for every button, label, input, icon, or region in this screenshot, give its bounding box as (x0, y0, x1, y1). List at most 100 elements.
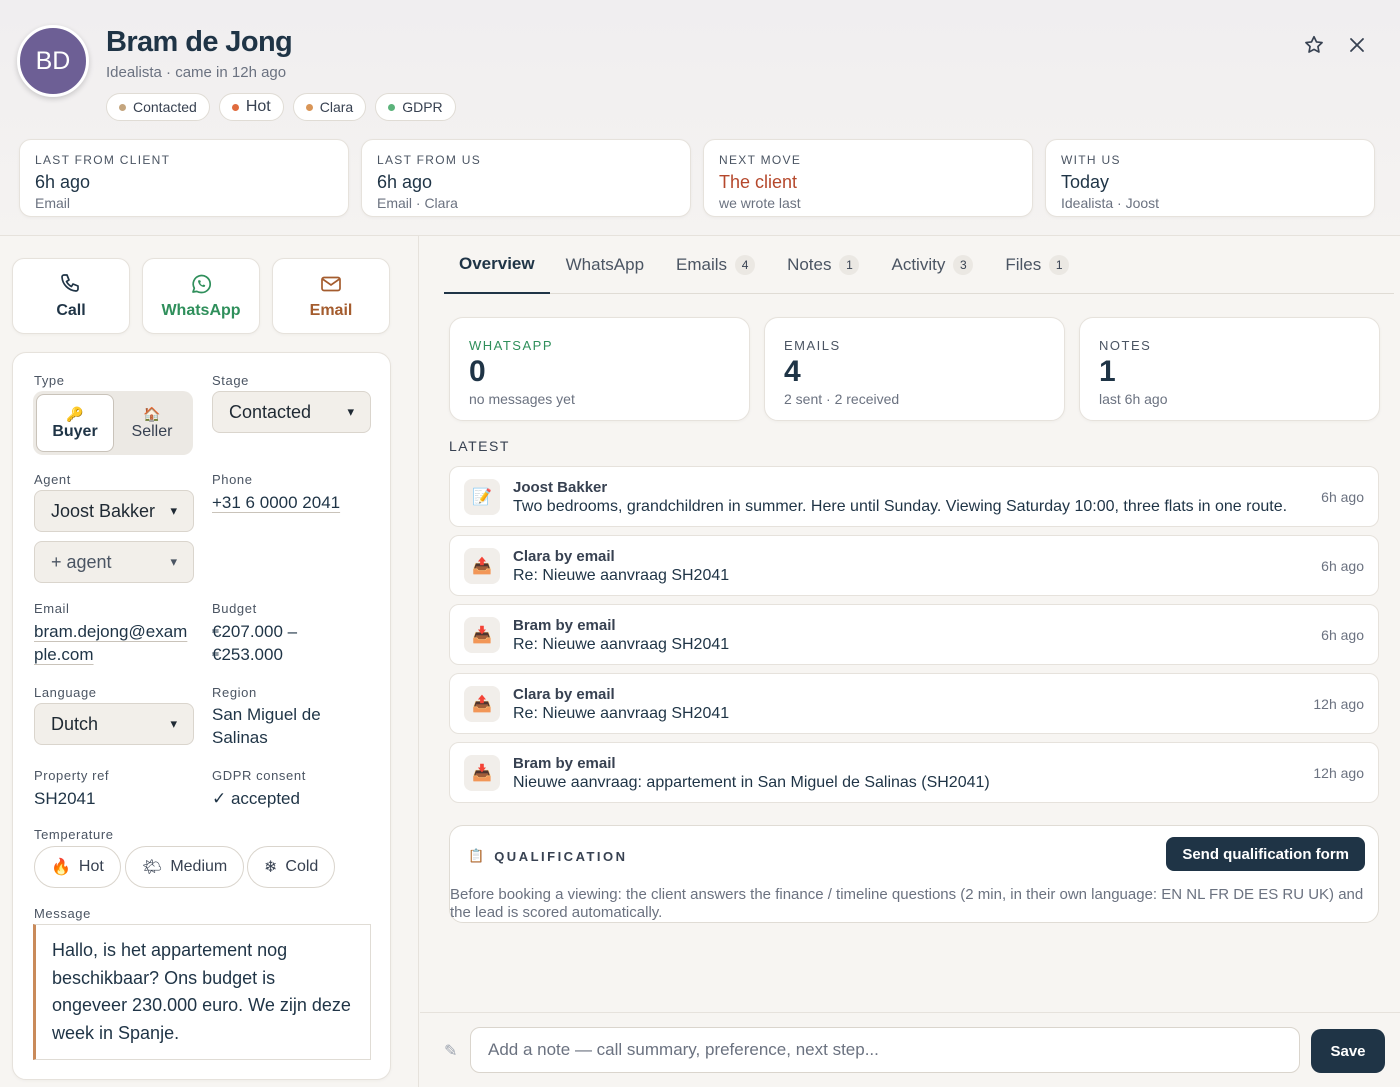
avatar: BD (17, 25, 89, 97)
feed-text: Two bedrooms, grandchildren in summer. H… (513, 498, 1288, 515)
feed-item[interactable]: 📥 Bram by email Nieuwe aanvraag: apparte… (449, 742, 1379, 803)
feed-author: Joost Bakker (513, 479, 608, 496)
quick-actions: Call WhatsApp Email (12, 258, 390, 334)
stat-last-from-client: LAST FROM CLIENT 6h ago Email (19, 139, 349, 217)
tab-count: 3 (953, 255, 974, 275)
type-seller-label: Seller (131, 422, 173, 440)
whatsapp-label: WhatsApp (161, 302, 241, 319)
tab-activity[interactable]: Activity 3 (875, 236, 989, 294)
temp-hot-button[interactable]: 🔥 Hot (34, 846, 121, 888)
tab-count: 4 (735, 255, 756, 275)
call-button[interactable]: Call (12, 258, 130, 334)
tab-files[interactable]: Files 1 (989, 236, 1085, 294)
phone-icon (61, 274, 79, 292)
summary-whatsapp[interactable]: WHATSAPP 0 no messages yet (449, 317, 750, 421)
stat-label: LAST FROM US (377, 153, 482, 167)
agent-label: Agent (34, 472, 71, 487)
feed-time: 12h ago (1313, 696, 1364, 712)
summary-label: WHATSAPP (469, 338, 553, 353)
close-icon[interactable] (1345, 33, 1369, 57)
stat-with-us: WITH US Today Idealista · Joost (1045, 139, 1375, 217)
note-input[interactable] (470, 1027, 1300, 1073)
save-note-button[interactable]: Save (1311, 1029, 1385, 1073)
qualification-header: 📋 QUALIFICATION (468, 848, 628, 864)
main-panel: Overview WhatsApp Emails 4 Notes 1 Activit… (420, 236, 1400, 1087)
tab-label: WhatsApp (565, 255, 645, 274)
key-icon: 🔑 (66, 405, 84, 422)
property-ref-value: SH2041 (34, 789, 96, 808)
language-select[interactable]: Dutch ▾ (34, 703, 194, 745)
email-button[interactable]: Email (272, 258, 390, 334)
summary-sub: no messages yet (469, 391, 575, 407)
email-field-label: Email (34, 601, 70, 616)
feed-author: Bram by email (513, 617, 616, 634)
lead-form: Type 🔑 Buyer 🏠 Seller Stage Contacted ▾ … (12, 352, 391, 1080)
stat-sub: Email · Clara (377, 195, 458, 211)
stat-label: LAST FROM CLIENT (35, 153, 171, 167)
feed-item[interactable]: 📤 Clara by email Re: Nieuwe aanvraag SH2… (449, 673, 1379, 734)
summary-cards: WHATSAPP 0 no messages yet EMAILS 4 2 se… (449, 317, 1380, 421)
message-label: Message (34, 906, 91, 921)
phone-link[interactable]: +31 6 0000 2041 (212, 491, 340, 514)
agent-select[interactable]: Joost Bakker ▾ (34, 490, 194, 532)
whatsapp-button[interactable]: WhatsApp (142, 258, 260, 334)
summary-count: 4 (784, 355, 801, 388)
property-ref-label: Property ref (34, 768, 110, 783)
tag-hot[interactable]: Hot (218, 93, 284, 121)
feed-author: Bram by email (513, 755, 616, 772)
temperature-label: Temperature (34, 827, 114, 842)
tab-whatsapp[interactable]: WhatsApp (550, 236, 660, 294)
inbox-icon: 📥 (464, 617, 500, 653)
type-seller-option[interactable]: 🏠 Seller (114, 394, 190, 452)
phone-label: Phone (212, 472, 253, 487)
email-line: ple.com (34, 645, 94, 664)
language-value: Dutch (51, 713, 99, 734)
stage-select[interactable]: Contacted ▾ (212, 391, 371, 433)
tab-overview[interactable]: Overview (444, 236, 550, 294)
note-bar: ✎ Save (420, 1012, 1400, 1087)
summary-sub: 2 sent · 2 received (784, 391, 900, 407)
feed-item[interactable]: 📥 Bram by email Re: Nieuwe aanvraag SH20… (449, 604, 1379, 665)
snowflake-icon: ❄ (264, 859, 278, 876)
add-agent-select[interactable]: + agent ▾ (34, 541, 194, 583)
temp-hot-label: Hot (78, 858, 104, 875)
qualification-card: 📋 QUALIFICATION Send qualification form … (449, 825, 1379, 923)
feed-time: 6h ago (1321, 558, 1364, 574)
temp-cold-button[interactable]: ❄ Cold (247, 846, 336, 888)
type-buyer-option[interactable]: 🔑 Buyer (36, 394, 114, 452)
email-link[interactable]: bram.dejong@exam ple.com (34, 620, 187, 666)
tab-emails[interactable]: Emails 4 (660, 236, 771, 294)
tab-label: Files (1005, 255, 1042, 274)
tab-count: 1 (839, 255, 860, 275)
tab-label: Emails (676, 255, 728, 274)
summary-emails[interactable]: EMAILS 4 2 sent · 2 received (764, 317, 1065, 421)
type-label: Type (34, 373, 65, 388)
budget-line: €253.000 (212, 645, 283, 664)
feed-item[interactable]: 📤 Clara by email Re: Nieuwe aanvraag SH2… (449, 535, 1379, 596)
chevron-down-icon: ▾ (170, 554, 177, 569)
mail-icon (321, 276, 341, 292)
summary-notes[interactable]: NOTES 1 last 6h ago (1079, 317, 1380, 421)
send-qualification-button[interactable]: Send qualification form (1166, 837, 1365, 871)
budget-line: €207.000 – (212, 622, 298, 641)
tag-contacted[interactable]: Contacted (106, 93, 210, 121)
stat-value: 6h ago (377, 172, 433, 192)
tab-notes[interactable]: Notes 1 (771, 236, 875, 294)
feed-author: Clara by email (513, 686, 615, 703)
tag-clara[interactable]: Clara (292, 93, 367, 121)
summary-count: 0 (469, 355, 486, 388)
stat-value: 6h ago (35, 172, 91, 192)
client-message: Hallo, is het appartement nog beschikbaa… (33, 924, 371, 1060)
agent-value: Joost Bakker (51, 500, 156, 521)
lead-header: BD Bram de Jong Idealista · came in 12h … (0, 0, 1400, 236)
tag-dot (231, 103, 239, 111)
star-icon[interactable] (1302, 33, 1326, 57)
temp-medium-button[interactable]: 🌤 Medium (125, 846, 245, 888)
tag-dot (119, 103, 126, 111)
tag-label: Contacted (133, 99, 197, 115)
stat-value: Today (1061, 172, 1110, 192)
stat-next-move: NEXT MOVE The client we wrote last (703, 139, 1033, 217)
tag-gdpr[interactable]: GDPR (375, 93, 456, 121)
feed-item[interactable]: 📝 Joost Bakker Two bedrooms, grandchildr… (449, 466, 1379, 527)
gdpr-label: GDPR consent (212, 768, 306, 783)
